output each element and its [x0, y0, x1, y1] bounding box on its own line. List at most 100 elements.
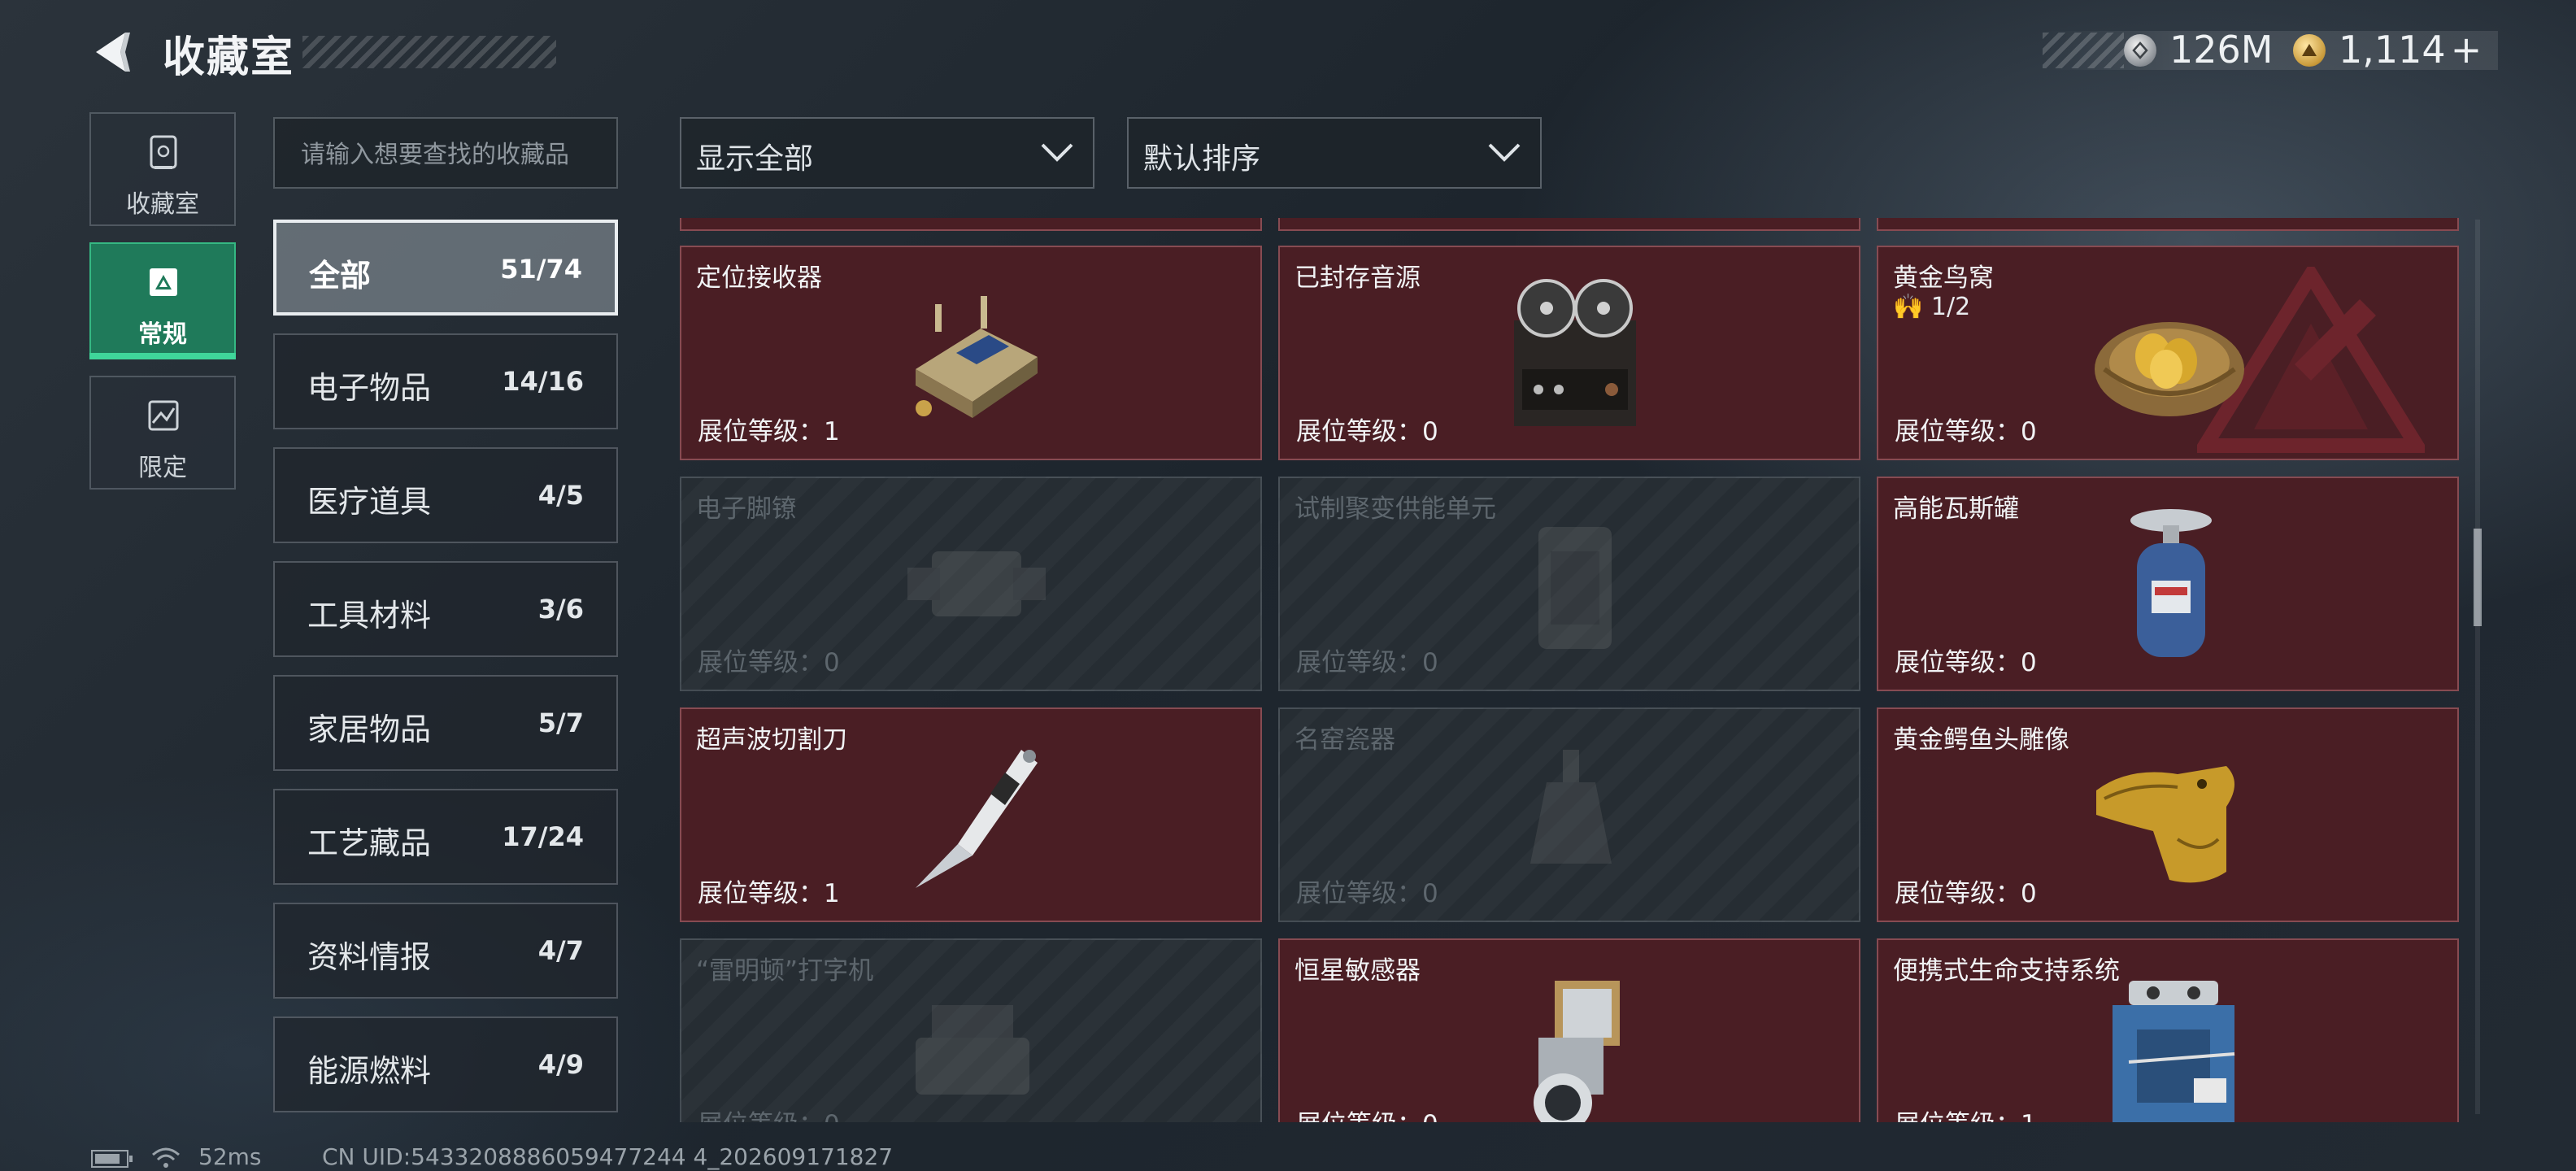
category-intel[interactable]: 资料情报 4/7: [273, 903, 618, 999]
battery-icon: [91, 1150, 133, 1168]
category-name: 全部: [309, 258, 372, 294]
nav-label: 常规: [138, 320, 187, 349]
item-progress: 🙌 1/2: [1893, 293, 1970, 321]
item-level: 展位等级：0: [698, 648, 840, 677]
item-level: 展位等级：0: [1895, 417, 2037, 446]
chevron-down-icon: [1488, 143, 1521, 162]
nav-label: 限定: [138, 454, 187, 482]
star-sensor-icon: [1534, 981, 1620, 1122]
currency-add-button[interactable]: +: [2451, 28, 2482, 72]
item-name: “雷明顿”打字机: [696, 956, 874, 986]
currency-gold-group: 1,114 +: [2339, 28, 2482, 72]
collection-card-locked[interactable]: 名窑瓷器 展位等级：0: [1278, 707, 1860, 922]
grid-scrollbar-track[interactable]: [2475, 220, 2480, 1114]
sort-value: 默认排序: [1143, 142, 1261, 176]
category-count: 5/7: [537, 707, 584, 738]
nav-regular[interactable]: 常规: [89, 242, 236, 356]
title-decoration: [302, 36, 556, 68]
golden-nest-icon: [2095, 322, 2244, 416]
tape-recorder-icon: [1514, 279, 1636, 426]
collection-card-locked[interactable]: 试制聚变供能单元 展位等级：0: [1278, 477, 1860, 691]
ankle-monitor-icon: [907, 551, 1046, 616]
category-name: 能源燃料: [307, 1053, 432, 1089]
sort-dropdown[interactable]: 默认排序: [1127, 117, 1542, 189]
collection-card[interactable]: 高能瓦斯罐 展位等级：0: [1877, 477, 2459, 691]
filter-show-value: 显示全部: [696, 142, 814, 176]
item-level: 展位等级：1: [698, 417, 840, 446]
item-level: 展位等级：1: [1895, 1104, 2037, 1122]
collection-card-partial: [680, 218, 1262, 231]
item-name: 电子脚镣: [696, 494, 797, 524]
category-energy[interactable]: 能源燃料 4/9: [273, 1016, 618, 1112]
filter-show-dropdown[interactable]: 显示全部: [680, 117, 1094, 189]
category-home[interactable]: 家居物品 5/7: [273, 675, 618, 771]
silver-coin-icon: [2124, 34, 2156, 67]
item-name: 恒星敏感器: [1295, 956, 1421, 986]
collection-card-partial: [1877, 218, 2459, 231]
item-name: 超声波切割刀: [696, 725, 847, 755]
category-count: 4/5: [537, 480, 584, 511]
item-name: 高能瓦斯罐: [1893, 494, 2019, 524]
wifi-icon: [152, 1147, 180, 1168]
nav-label: 收藏室: [126, 190, 199, 219]
currency-gold-amount: 1,114: [2339, 28, 2446, 72]
receiver-icon: [916, 296, 1038, 418]
item-level: 展位等级：0: [698, 1104, 840, 1122]
collection-card[interactable]: 便携式生命支持系统 展位等级：1: [1877, 938, 2459, 1122]
page-title: 收藏室: [163, 33, 295, 82]
nav-limited[interactable]: 限定: [89, 376, 236, 490]
ultrasonic-knife-icon: [916, 750, 1038, 888]
hands-icon: 🙌: [1893, 293, 1924, 321]
item-level: 展位等级：0: [1296, 648, 1438, 677]
uid-text: CN UID:5433208886059477244 4_20260917182…: [322, 1143, 894, 1170]
category-tools[interactable]: 工具材料 3/6: [273, 561, 618, 657]
collection-card[interactable]: 已封存音源 展位等级：0: [1278, 246, 1860, 460]
item-name: 黄金鳄鱼头雕像: [1893, 725, 2069, 755]
item-level: 展位等级：0: [1895, 648, 2037, 677]
item-name: 名窑瓷器: [1295, 725, 1395, 755]
collection-card[interactable]: 黄金鳄鱼头雕像 展位等级：0: [1877, 707, 2459, 922]
currency-decoration: [2043, 33, 2124, 68]
category-count: 4/9: [537, 1049, 584, 1080]
item-progress-value: 1/2: [1930, 293, 1971, 321]
collection-card[interactable]: 恒星敏感器 展位等级：0: [1278, 938, 1860, 1122]
collection-card-locked[interactable]: 电子脚镣 展位等级：0: [680, 477, 1262, 691]
search-box: [273, 117, 618, 189]
category-all[interactable]: 全部 51/74: [273, 220, 618, 316]
item-level: 展位等级：0: [1296, 417, 1438, 446]
currency-silver-amount: 126M: [2169, 28, 2274, 72]
category-medical[interactable]: 医疗道具 4/5: [273, 447, 618, 543]
category-name: 工具材料: [307, 598, 432, 633]
category-count: 3/6: [537, 594, 584, 625]
typewriter-icon: [916, 1005, 1029, 1095]
gold-crocodile-icon: [2096, 766, 2234, 883]
category-name: 电子物品: [307, 370, 432, 406]
ping-text: 52ms: [198, 1143, 262, 1170]
nav-collection-room[interactable]: 收藏室: [89, 112, 236, 226]
category-name: 家居物品: [307, 712, 432, 747]
search-input[interactable]: [299, 133, 603, 176]
collection-card[interactable]: 超声波切割刀 展位等级：1: [680, 707, 1262, 922]
collection-grid: 定位接收器 展位等级：1 已封存音源 展位等级：0 黄金鸟窝 🙌 1/2 展位等…: [675, 218, 2464, 1122]
gas-canister-icon: [2130, 509, 2212, 657]
collection-card-partial: [1278, 218, 1860, 231]
item-level: 展位等级：0: [1296, 1104, 1438, 1122]
category-count: 17/24: [502, 821, 584, 852]
category-name: 工艺藏品: [307, 825, 432, 861]
limited-icon: [148, 400, 179, 431]
back-arrow-icon[interactable]: [88, 28, 137, 76]
category-electronics[interactable]: 电子物品 14/16: [273, 333, 618, 429]
collection-room-icon: [150, 135, 177, 169]
item-name: 试制聚变供能单元: [1295, 494, 1496, 524]
collection-card[interactable]: 黄金鸟窝 🙌 1/2 展位等级：0: [1877, 246, 2459, 460]
category-name: 资料情报: [307, 939, 432, 975]
category-count: 14/16: [502, 366, 584, 397]
item-level: 展位等级：0: [1296, 879, 1438, 908]
gold-coin-icon: [2293, 34, 2326, 67]
category-crafts[interactable]: 工艺藏品 17/24: [273, 789, 618, 885]
collection-card[interactable]: 定位接收器 展位等级：1: [680, 246, 1262, 460]
collection-card-locked[interactable]: “雷明顿”打字机 展位等级：0: [680, 938, 1262, 1122]
item-level: 展位等级：1: [698, 879, 840, 908]
grid-scrollbar-thumb[interactable]: [2474, 529, 2482, 626]
porcelain-vase-icon: [1530, 750, 1612, 864]
